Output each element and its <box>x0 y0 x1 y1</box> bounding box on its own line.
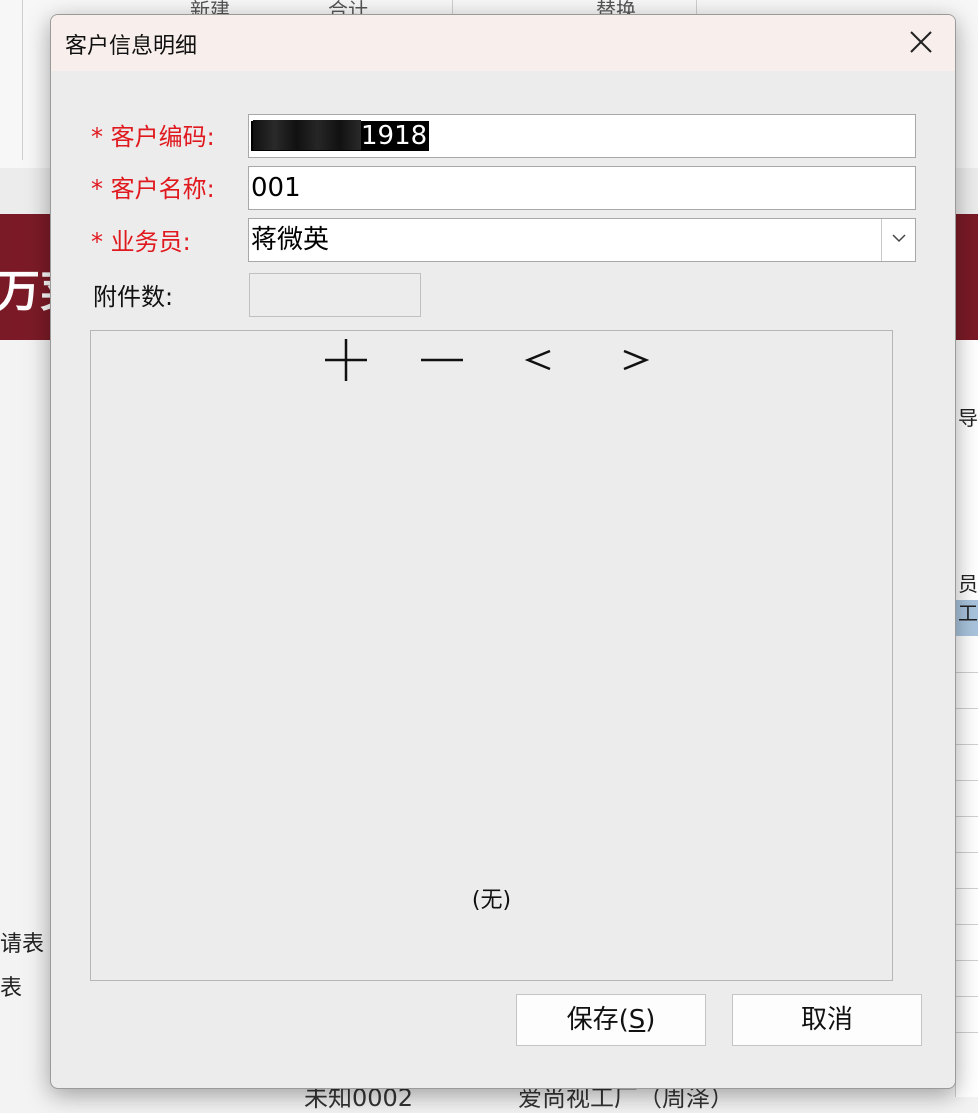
remove-attachment-button[interactable] <box>417 335 467 385</box>
close-button[interactable] <box>899 25 943 61</box>
customer-code-label: * 客户编码: <box>91 123 215 151</box>
close-icon <box>910 31 932 53</box>
ribbon-divider <box>22 0 23 160</box>
customer-code-value: 1918 <box>361 121 428 151</box>
salesperson-dropdown-button[interactable] <box>881 219 915 261</box>
salesperson-label: * 业务员: <box>91 228 191 256</box>
salesperson-value: 蒋微英 <box>251 225 330 255</box>
prev-attachment-button[interactable] <box>515 335 565 385</box>
chevron-right-icon <box>623 349 650 371</box>
grid-line <box>955 924 978 925</box>
chevron-left-icon <box>524 349 551 371</box>
customer-name-field[interactable]: 001 <box>248 166 916 210</box>
grid-line <box>955 1032 978 1033</box>
background-grid-column <box>955 340 978 1097</box>
customer-detail-dialog: 客户信息明细 * 客户编码: 1918 * 客户名称: 001 * 业务员: 蒋… <box>50 14 956 1089</box>
grid-line <box>955 888 978 889</box>
grid-line <box>955 996 978 997</box>
grid-line <box>955 852 978 853</box>
dialog-title: 客户信息明细 <box>65 34 198 59</box>
dialog-titlebar: 客户信息明细 <box>51 15 955 71</box>
minus-icon <box>421 358 463 362</box>
cancel-button[interactable]: 取消 <box>732 994 922 1046</box>
customer-code-field[interactable]: 1918 <box>248 114 916 158</box>
grid-line <box>955 960 978 961</box>
customer-name-label: * 客户名称: <box>91 175 215 203</box>
grid-line <box>955 816 978 817</box>
plus-icon <box>325 339 367 381</box>
grid-line <box>955 672 978 673</box>
salesperson-select[interactable]: 蒋微英 <box>248 218 916 262</box>
attachment-count-label: 附件数: <box>93 283 174 311</box>
redacted-mask <box>253 120 361 150</box>
background-tab: 导 <box>958 406 978 430</box>
grid-line <box>955 708 978 709</box>
chevron-down-icon <box>891 234 906 243</box>
background-grid-header: 员工 <box>958 572 978 625</box>
customer-code-selected-text: 1918 <box>251 120 430 151</box>
save-accelerator-key: S <box>628 1005 646 1035</box>
next-attachment-button[interactable] <box>609 335 659 385</box>
grid-line <box>955 780 978 781</box>
attachment-panel: (无) <box>90 330 893 981</box>
add-attachment-button[interactable] <box>321 335 371 385</box>
save-label-suffix: ) <box>645 1005 656 1035</box>
save-label-prefix: 保存( <box>566 1005 629 1035</box>
save-button[interactable]: 保存(S) <box>516 994 706 1046</box>
attachment-count-field <box>249 273 421 317</box>
left-nav-item: 请表 <box>0 932 45 957</box>
grid-line <box>955 744 978 745</box>
attachment-empty-text: (无) <box>471 888 512 913</box>
left-nav-item: 表 <box>0 976 23 1001</box>
